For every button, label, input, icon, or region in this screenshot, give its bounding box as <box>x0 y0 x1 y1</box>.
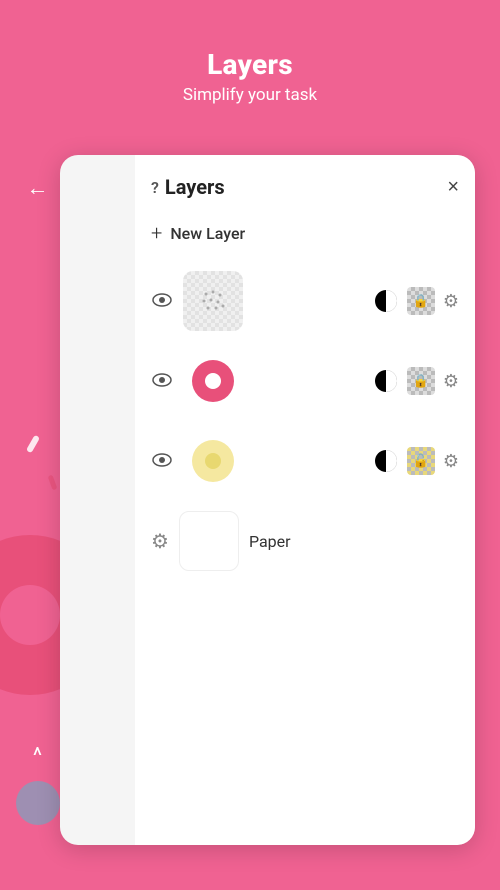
lock-icon[interactable]: 🔓 <box>407 447 435 475</box>
lock-symbol: 🔓 <box>413 454 429 469</box>
blend-mode-icon[interactable] <box>373 288 399 314</box>
lock-icon[interactable]: 🔒 <box>407 367 435 395</box>
dots-preview <box>198 286 228 316</box>
layer-thumbnail <box>183 351 243 411</box>
header-title: Layers <box>0 48 500 81</box>
paper-settings-icon[interactable]: ⚙ <box>151 529 169 553</box>
layer-controls: 🔒 ⚙ <box>373 287 459 315</box>
lock-icon[interactable]: 🔒 <box>407 287 435 315</box>
header-subtitle: Simplify your task <box>0 85 500 105</box>
back-button[interactable]: ← <box>27 175 49 201</box>
visibility-toggle[interactable] <box>151 372 173 391</box>
panel-title: Layers <box>165 175 225 199</box>
donut-yellow <box>192 440 234 482</box>
settings-icon[interactable]: ⚙ <box>443 371 459 392</box>
settings-icon[interactable]: ⚙ <box>443 451 459 472</box>
visibility-toggle[interactable] <box>151 452 173 471</box>
lock-symbol: 🔒 <box>413 374 429 389</box>
blend-mode-icon[interactable] <box>373 448 399 474</box>
paper-thumbnail <box>179 511 239 571</box>
layer-controls: 🔒 ⚙ <box>373 367 459 395</box>
header-section: Layers Simplify your task <box>0 0 500 135</box>
avatar <box>16 781 60 825</box>
layer-row: 🔓 ⚙ <box>151 423 459 499</box>
help-icon[interactable]: ? <box>151 178 159 197</box>
panel-title-row: ? Layers <box>151 175 225 199</box>
panel-header: ? Layers × <box>151 175 459 199</box>
donut-pink <box>192 360 234 402</box>
layer-thumbnail <box>183 271 243 331</box>
layer-row: 🔒 ⚙ <box>151 263 459 339</box>
donut-hole <box>205 453 221 469</box>
paper-row: ⚙ Paper <box>151 503 459 579</box>
settings-icon[interactable]: ⚙ <box>443 291 459 312</box>
lock-symbol: 🔒 <box>413 294 429 309</box>
visibility-toggle[interactable] <box>151 292 173 311</box>
main-panel: ? Layers × + New Layer <box>60 155 475 845</box>
donut-hole <box>205 373 221 389</box>
close-button[interactable]: × <box>447 177 459 197</box>
chevron-up-icon[interactable]: ^ <box>33 744 42 769</box>
panel-content: ? Layers × + New Layer <box>135 155 475 845</box>
new-layer-label: New Layer <box>170 224 245 243</box>
layer-thumbnail <box>183 431 243 491</box>
paper-label: Paper <box>249 532 291 551</box>
layer-controls: 🔓 ⚙ <box>373 447 459 475</box>
layer-row: 🔒 ⚙ <box>151 343 459 419</box>
plus-icon: + <box>151 221 162 245</box>
new-layer-button[interactable]: + New Layer <box>151 217 459 249</box>
blend-mode-icon[interactable] <box>373 368 399 394</box>
